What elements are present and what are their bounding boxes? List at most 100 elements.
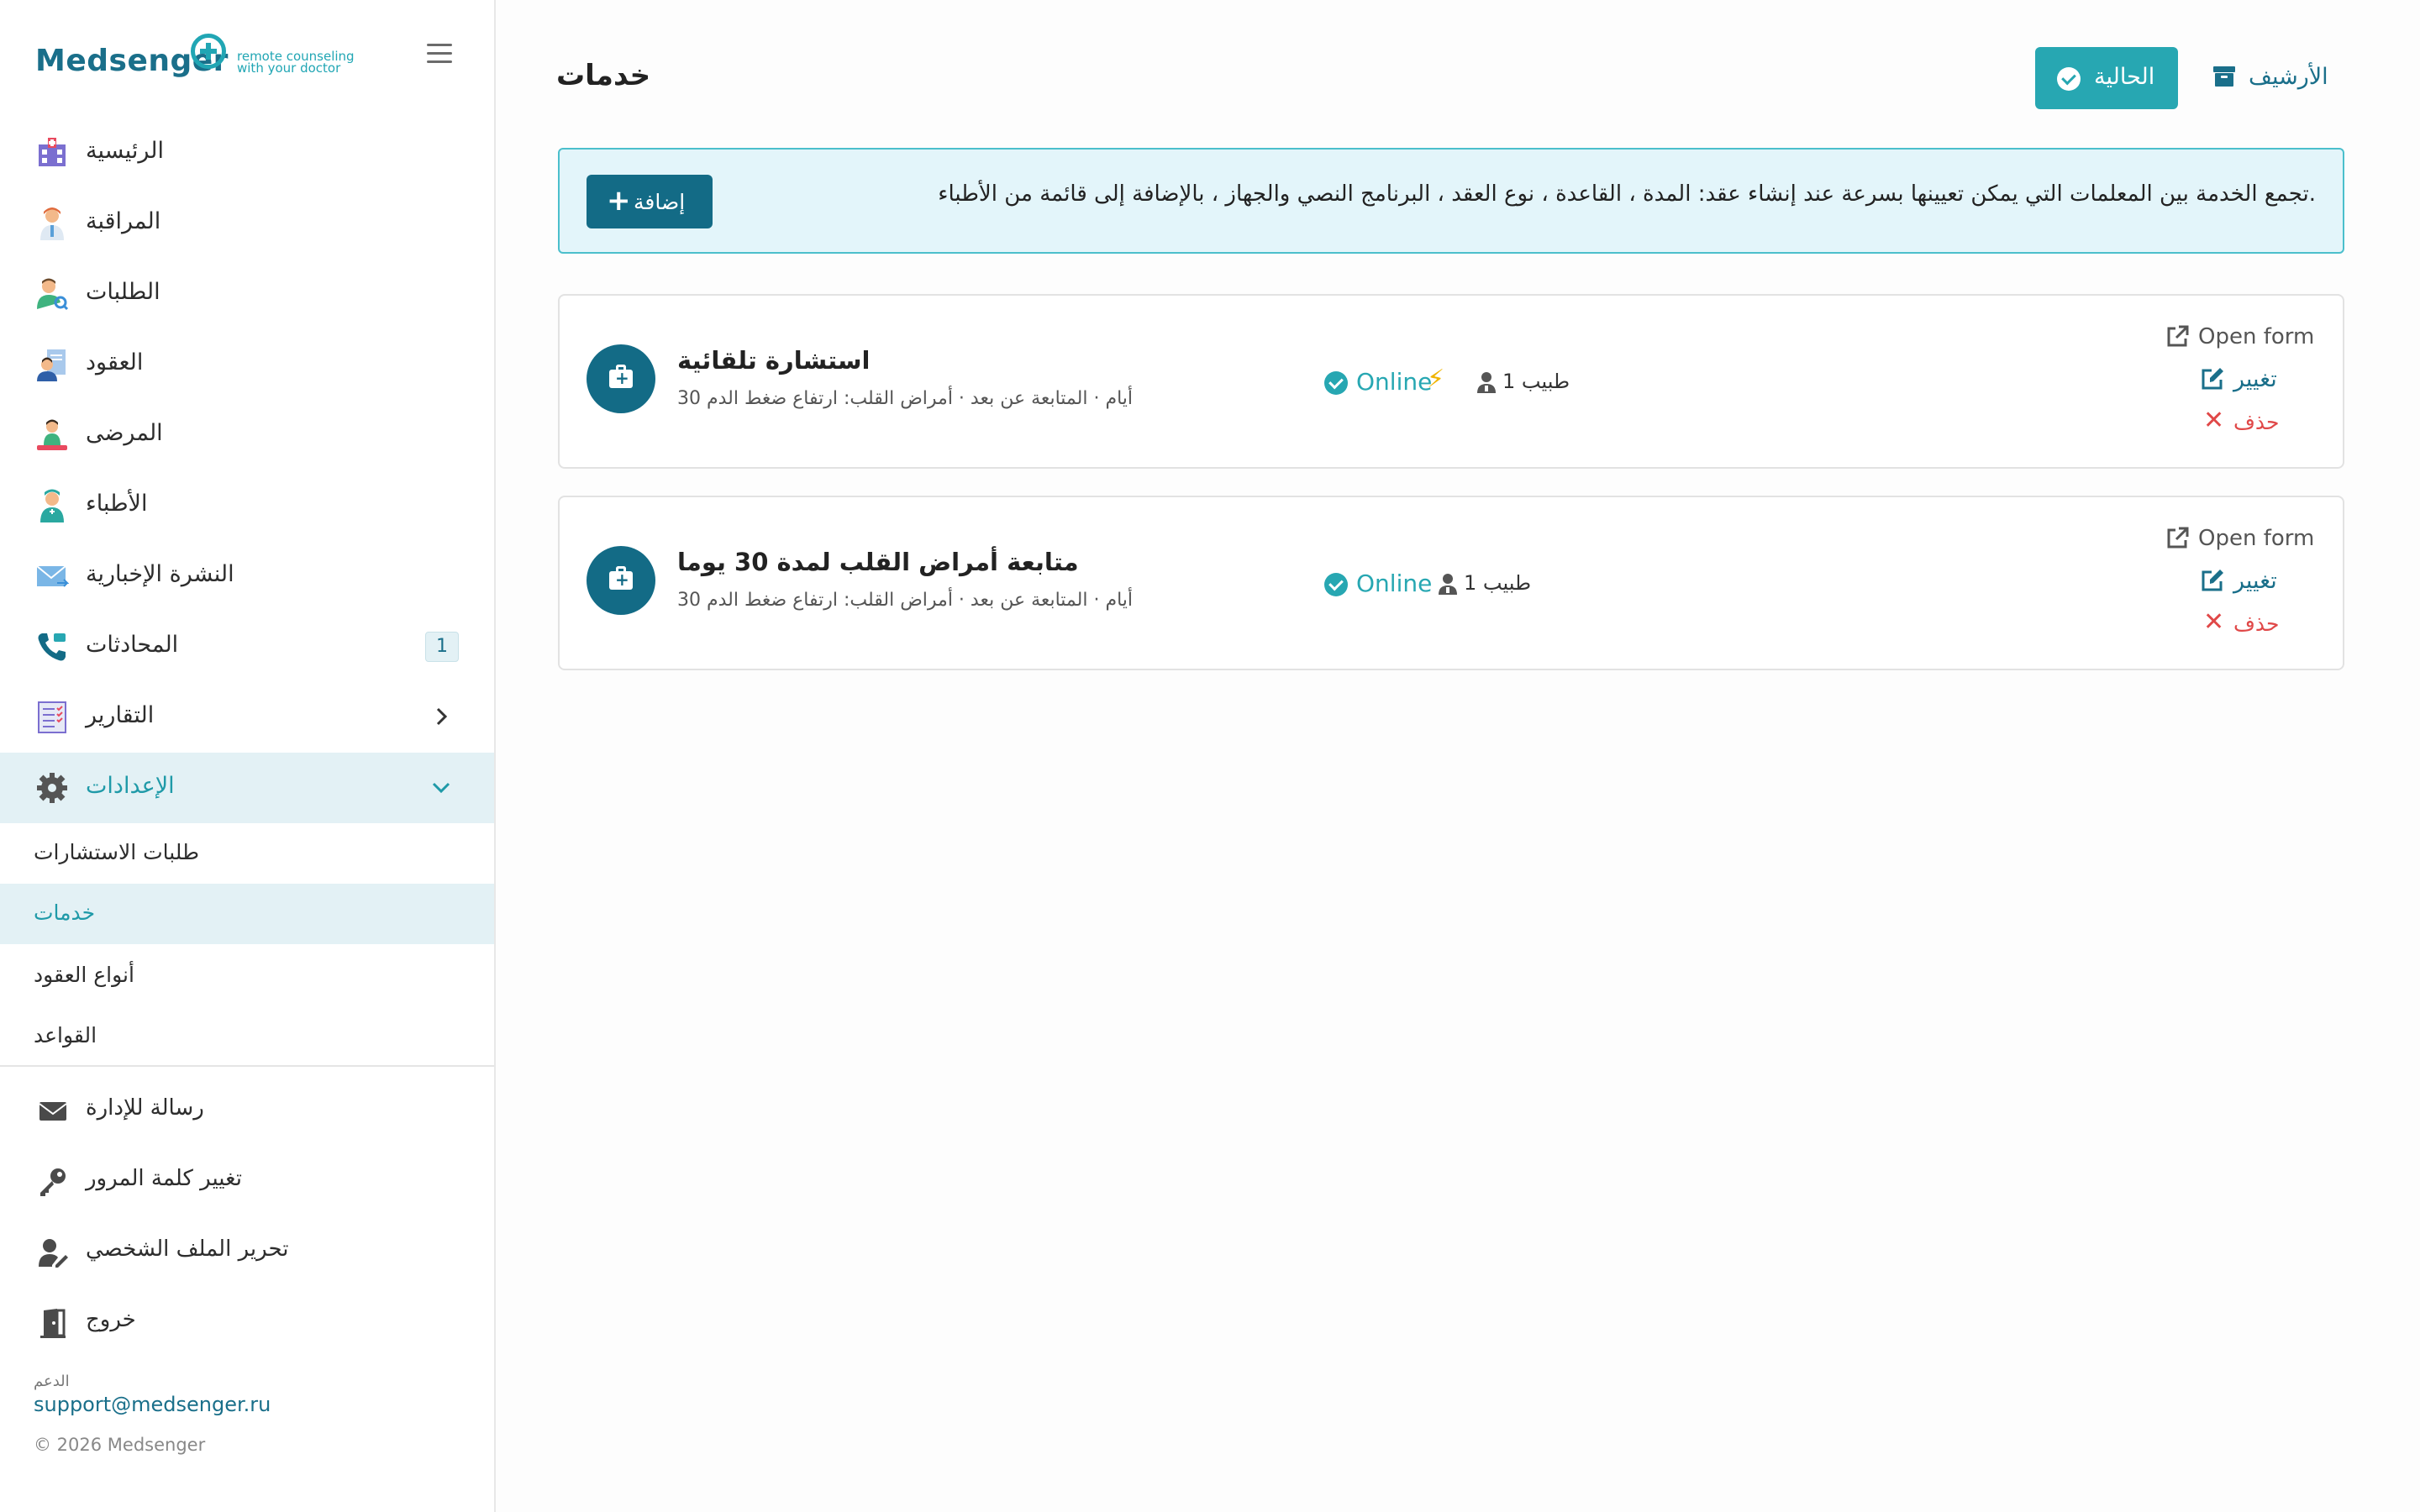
sidebar-item-label: خروج <box>86 1307 136 1332</box>
edit-icon <box>2202 368 2223 390</box>
plus-icon: + <box>607 184 631 218</box>
menu-toggle-icon[interactable] <box>427 44 452 66</box>
sidebar-item-change-password[interactable]: تغيير كلمة المرور <box>0 1147 494 1215</box>
sidebar-item-label: المحادثات <box>86 632 179 658</box>
edit-service-label: تغيير <box>2233 568 2277 594</box>
delete-service-button[interactable]: ✕ حذف <box>2203 608 2338 642</box>
support-email-link[interactable]: support@medsenger.ru <box>34 1393 271 1416</box>
service-card: متابعة أمراض القلب لمدة 30 يوما 30 أيام … <box>558 496 2344 670</box>
sidebar-subitem-rules[interactable]: القواعد <box>0 1006 494 1067</box>
service-status-label: Online <box>1356 368 1433 396</box>
delete-service-label: حذف <box>2233 410 2280 434</box>
sidebar-item-message-admin[interactable]: رسالة للإدارة <box>0 1077 494 1144</box>
sidebar-item-label: النشرة الإخبارية <box>86 561 234 587</box>
add-service-button[interactable]: + إضافة <box>587 175 713 228</box>
service-description: 30 أيام · المتابعة عن بعد · أمراض القلب:… <box>677 388 1134 409</box>
sidebar: Medsenger remote counseling with your do… <box>0 0 496 1512</box>
doctor-person-icon <box>1477 372 1496 393</box>
current-filter-label: الحالية <box>2094 64 2155 90</box>
open-form-link[interactable]: Open form <box>2165 321 2333 354</box>
sidebar-item-label: الإعدادات <box>86 773 175 799</box>
sidebar-item-edit-profile[interactable]: تحرير الملف الشخصي <box>0 1218 494 1285</box>
contract-icon <box>37 349 66 381</box>
sidebar-item-patients[interactable]: المرضى <box>0 400 494 470</box>
sidebar-subitem-label: القواعد <box>34 1023 97 1047</box>
external-link-icon <box>2167 527 2189 549</box>
sidebar-item-reports[interactable]: التقارير <box>0 682 494 753</box>
current-filter-button[interactable]: الحالية <box>2035 47 2178 109</box>
service-card: استشارة تلقائية 30 أيام · المتابعة عن بع… <box>558 294 2344 469</box>
open-form-label: Open form <box>2198 526 2315 551</box>
check-circle-icon <box>2057 67 2081 91</box>
chats-count-badge: 1 <box>425 632 459 662</box>
archive-box-icon <box>2213 66 2235 87</box>
sidebar-item-chats[interactable]: المحادثات 1 <box>0 612 494 682</box>
nurse-icon <box>40 489 64 522</box>
service-name: استشارة تلقائية <box>677 346 871 375</box>
archive-filter-button[interactable]: الأرشيف <box>2202 47 2353 109</box>
user-edit-icon <box>39 1239 68 1268</box>
report-icon <box>38 701 66 733</box>
doctor-person-icon <box>1439 574 1457 595</box>
edit-service-button[interactable]: تغيير <box>2200 363 2334 396</box>
archive-filter-label: الأرشيف <box>2249 64 2328 90</box>
add-service-label: إضافة <box>634 190 686 214</box>
sidebar-item-monitoring[interactable]: المراقبة <box>0 188 494 259</box>
close-icon: ✕ <box>2203 607 2225 637</box>
sidebar-subitem-services[interactable]: خدمات <box>0 884 494 944</box>
sidebar-subitem-label: خدمات <box>34 900 96 925</box>
sidebar-item-label: رسالة للإدارة <box>86 1095 204 1121</box>
page-title: خدمات <box>556 59 651 92</box>
chevron-right-icon <box>436 707 448 726</box>
check-circle-icon <box>1324 573 1348 596</box>
logo-plus-icon <box>191 34 226 69</box>
medical-kit-icon <box>587 344 655 413</box>
sidebar-item-label: الأطباء <box>86 491 148 517</box>
service-doctors-count: 1 طبيب <box>1464 571 1532 595</box>
open-form-link[interactable]: Open form <box>2165 522 2333 556</box>
mail-send-icon <box>36 565 69 587</box>
service-doctors-count: 1 طبيب <box>1502 370 1570 393</box>
hospital-icon <box>39 138 66 166</box>
edit-service-button[interactable]: تغيير <box>2200 564 2334 598</box>
copyright: © 2026 Medsenger <box>34 1435 206 1455</box>
user-search-icon <box>37 278 69 311</box>
sidebar-item-label: تحرير الملف الشخصي <box>86 1236 289 1262</box>
sidebar-item-label: العقود <box>86 349 144 375</box>
check-circle-icon <box>1324 371 1348 395</box>
sidebar-item-label: تغيير كلمة المرور <box>86 1166 242 1191</box>
delete-service-button[interactable]: ✕ حذف <box>2203 407 2338 440</box>
phone-icon <box>38 633 66 661</box>
sidebar-item-settings[interactable]: الإعدادات <box>0 753 494 823</box>
sidebar-item-home[interactable]: الرئيسية <box>0 118 494 188</box>
services-info-text: .تجمع الخدمة بين المعلمات التي يمكن تعيي… <box>938 181 2316 207</box>
lightning-icon: ⚡ <box>1427 365 1445 394</box>
sidebar-item-label: التقارير <box>86 702 155 728</box>
sidebar-subitem-contract-types[interactable]: أنواع العقود <box>0 946 494 1006</box>
envelope-icon <box>39 1102 67 1121</box>
services-info-banner: + إضافة .تجمع الخدمة بين المعلمات التي ي… <box>558 148 2344 254</box>
close-icon: ✕ <box>2203 406 2225 435</box>
sidebar-subitem-consultation-requests[interactable]: طلبات الاستشارات <box>0 823 494 884</box>
sidebar-item-newsletter[interactable]: النشرة الإخبارية <box>0 541 494 612</box>
sidebar-item-label: الرئيسية <box>86 138 164 164</box>
logo[interactable]: Medsenger remote counseling with your do… <box>35 32 464 91</box>
chevron-down-icon <box>432 782 450 794</box>
sidebar-item-label: المراقبة <box>86 208 161 234</box>
medical-kit-icon <box>587 546 655 615</box>
sidebar-subitem-label: أنواع العقود <box>34 963 134 987</box>
sidebar-item-label: المرضى <box>86 420 163 446</box>
app-root: Medsenger remote counseling with your do… <box>0 0 2420 1512</box>
delete-service-label: حذف <box>2233 612 2280 636</box>
door-exit-icon <box>40 1309 66 1338</box>
logo-tagline: remote counseling with your doctor <box>237 49 355 76</box>
sidebar-item-contracts[interactable]: العقود <box>0 329 494 400</box>
key-icon <box>40 1168 66 1196</box>
support-label: الدعم <box>34 1373 70 1390</box>
sidebar-item-requests[interactable]: الطلبات <box>0 259 494 329</box>
sidebar-item-logout[interactable]: خروج <box>0 1289 494 1356</box>
sidebar-subitem-label: طلبات الاستشارات <box>34 840 199 864</box>
external-link-icon <box>2167 325 2189 347</box>
sidebar-item-doctors[interactable]: الأطباء <box>0 470 494 541</box>
doctor-icon <box>40 207 64 240</box>
